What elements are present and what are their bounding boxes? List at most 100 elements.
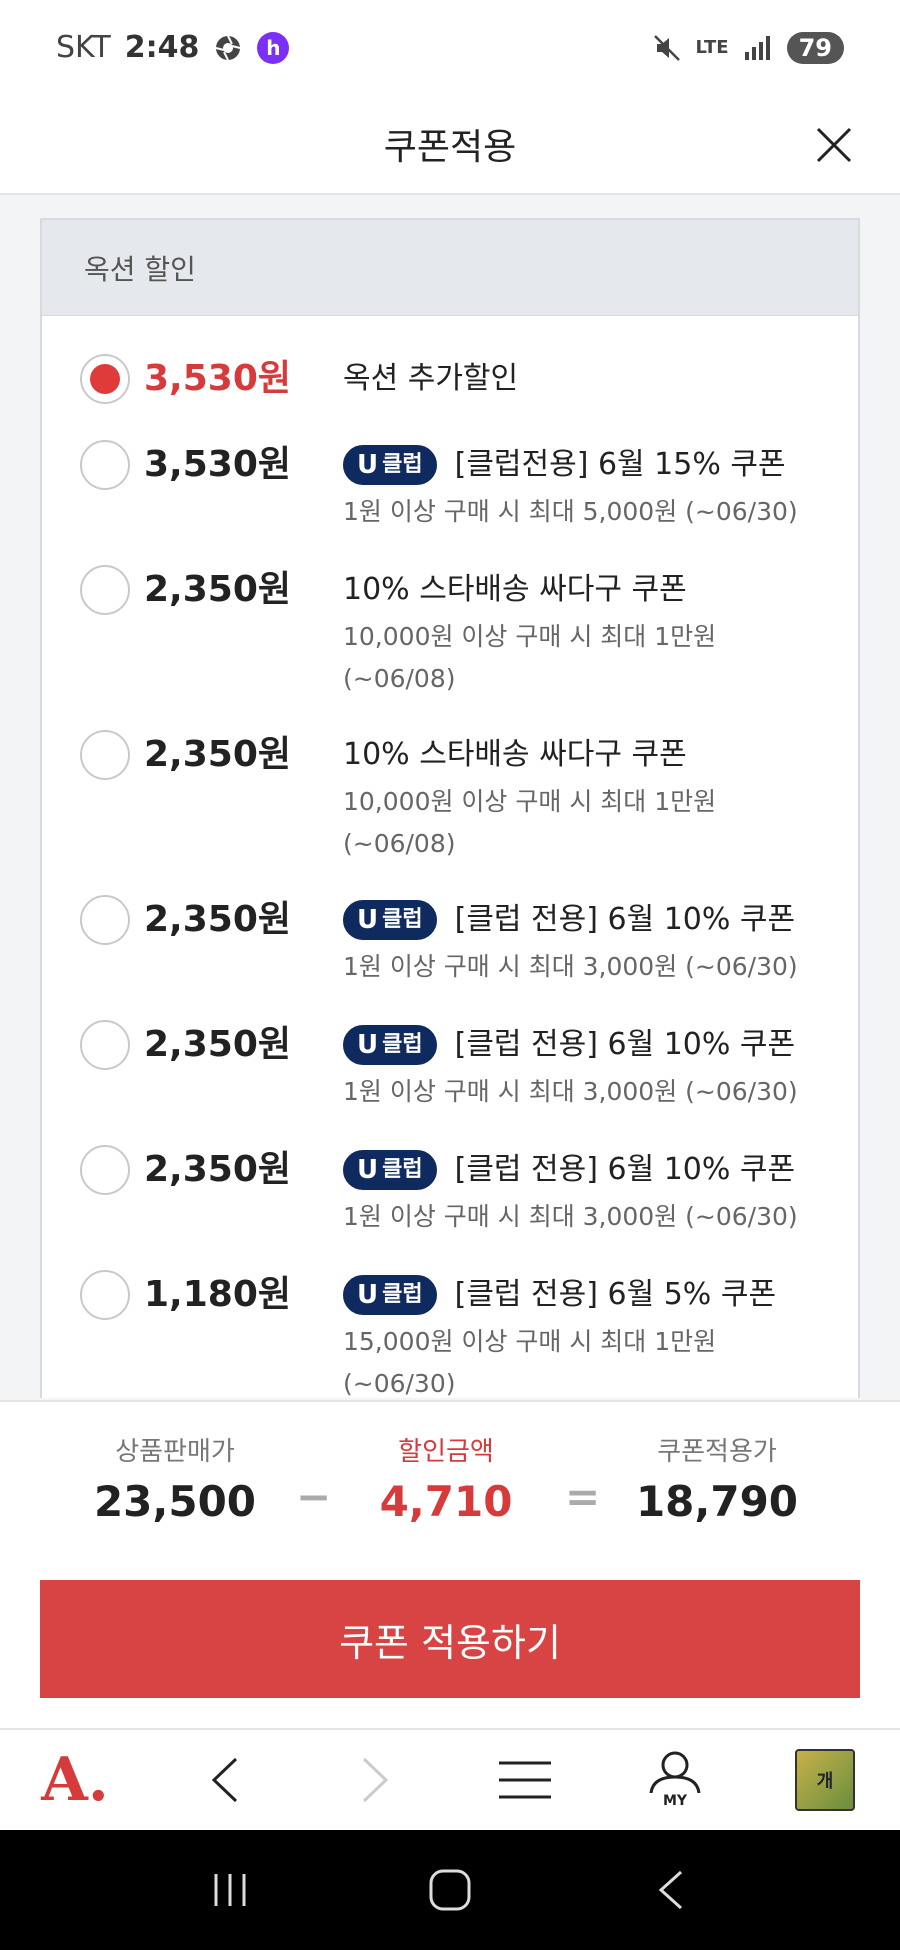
close-icon <box>816 127 852 163</box>
coupon-condition: 1원 이상 구매 시 최대 5,000원 (~06/30) <box>343 497 798 526</box>
sale-price-label: 상품판매가 <box>115 1437 235 1467</box>
coupon-amount: 3,530원 <box>144 444 291 485</box>
final-price-value: 18,790 <box>635 1477 799 1526</box>
coupon-amount: 2,350원 <box>144 569 291 610</box>
equals-sign: = <box>565 1472 601 1521</box>
recent-apps-button[interactable] <box>190 1850 270 1930</box>
coupon-radio[interactable] <box>80 354 130 404</box>
coupon-title: 10% 스타배송 싸다구 쿠폰 <box>343 572 687 607</box>
coupon-title: [클럽 전용] 6월 5% 쿠폰 <box>454 1277 777 1312</box>
home-icon <box>429 1869 471 1911</box>
forward-button[interactable] <box>300 1730 450 1830</box>
coupon-condition: 1원 이상 구매 시 최대 3,000원 (~06/30) <box>343 1202 798 1231</box>
coupon-row[interactable]: 2,350원 U 클럽 [클럽 전용] 6월 10% 쿠폰 1원 이상 구매 시 … <box>42 1137 858 1262</box>
coupon-radio[interactable] <box>80 440 130 490</box>
uclub-badge: U 클럽 <box>343 900 437 940</box>
coupon-title: [클럽전용] 6월 15% 쿠폰 <box>454 447 786 482</box>
sale-price: 상품판매가 23,500 <box>65 1432 285 1532</box>
coupon-row[interactable]: 3,530원 옥션 추가할인 <box>42 346 858 432</box>
thumbnail-label: 개 <box>816 1771 834 1792</box>
home-logo-button[interactable]: A. <box>0 1730 150 1830</box>
discount-amount: 할인금액 4,710 <box>336 1432 556 1532</box>
coupon-title-line: U 클럽 [클럽 전용] 6월 10% 쿠폰 <box>343 895 828 945</box>
my-label: MY <box>662 1793 688 1809</box>
coupon-condition: 10,000원 이상 구매 시 최대 1만원 <box>343 622 717 651</box>
coupon-title: [클럽 전용] 6월 10% 쿠폰 <box>454 1152 796 1187</box>
battery-indicator: 79 <box>786 31 844 64</box>
coupon-radio[interactable] <box>80 1145 130 1195</box>
chevron-left-icon <box>211 1757 238 1803</box>
uclub-badge-text: 클럽 <box>382 1032 423 1057</box>
coupon-title-line: 옥션 추가할인 <box>343 354 828 404</box>
page-title: 쿠폰적용 <box>383 127 517 168</box>
coupon-title: 옥션 추가할인 <box>343 361 519 396</box>
coupon-info: 옥션 추가할인 <box>343 346 828 432</box>
final-price: 쿠폰적용가 18,790 <box>607 1432 827 1532</box>
coupon-radio[interactable] <box>80 1020 130 1070</box>
system-back-button[interactable] <box>630 1850 710 1930</box>
radio-dot <box>90 364 120 394</box>
coupon-condition: 1원 이상 구매 시 최대 3,000원 (~06/30) <box>343 952 798 981</box>
price-summary: 상품판매가 23,500 − 할인금액 4,710 = 쿠폰적용가 18,790… <box>0 1400 900 1730</box>
coupon-info: U 클럽 [클럽 전용] 6월 10% 쿠폰 1원 이상 구매 시 최대 3,00… <box>343 1012 828 1137</box>
mute-icon <box>652 33 682 63</box>
status-left: SKT 2:48 h <box>56 30 290 65</box>
system-nav-bar <box>0 1830 900 1950</box>
coupon-radio[interactable] <box>80 1270 130 1320</box>
coupon-radio[interactable] <box>80 895 130 945</box>
recent-apps-icon <box>214 1874 246 1906</box>
coupon-condition: 1원 이상 구매 시 최대 3,000원 (~06/30) <box>343 1077 798 1106</box>
coupon-expiry: (~06/08) <box>343 829 456 858</box>
coupon-row[interactable]: 2,350원 10% 스타배송 싸다구 쿠폰 10,000원 이상 구매 시 최… <box>42 722 858 887</box>
final-price-label: 쿠폰적용가 <box>657 1437 777 1467</box>
uclub-badge-u: U <box>357 1030 379 1060</box>
coupon-row[interactable]: 2,350원 U 클럽 [클럽 전용] 6월 10% 쿠폰 1원 이상 구매 시 … <box>42 1012 858 1137</box>
bottom-nav: A. MY 개 <box>0 1728 900 1830</box>
coupon-radio[interactable] <box>80 730 130 780</box>
uclub-badge-u: U <box>357 1280 379 1310</box>
header: 쿠폰적용 <box>0 95 900 195</box>
home-button[interactable] <box>410 1850 490 1930</box>
coupon-info: U 클럽 [클럽 전용] 6월 10% 쿠폰 1원 이상 구매 시 최대 3,00… <box>343 887 828 1012</box>
sale-price-value: 23,500 <box>93 1477 257 1526</box>
apply-coupon-button[interactable]: 쿠폰 적용하기 <box>40 1580 860 1698</box>
coupon-title: 10% 스타배송 싸다구 쿠폰 <box>343 737 687 772</box>
my-page-button[interactable]: MY <box>600 1730 750 1830</box>
menu-button[interactable] <box>450 1730 600 1830</box>
coupon-title-line: U 클럽 [클럽 전용] 6월 5% 쿠폰 <box>343 1270 828 1320</box>
coupon-condition: 15,000원 이상 구매 시 최대 1만원 <box>343 1327 717 1356</box>
coupon-title: [클럽 전용] 6월 10% 쿠폰 <box>454 902 796 937</box>
uclub-badge-u: U <box>357 905 379 935</box>
coupon-info: U 클럽 [클럽 전용] 6월 10% 쿠폰 1원 이상 구매 시 최대 3,00… <box>343 1137 828 1262</box>
tab-thumbnail: 개 <box>795 1749 855 1811</box>
coupon-row[interactable]: 3,530원 U 클럽 [클럽전용] 6월 15% 쿠폰 1원 이상 구매 시 최… <box>42 432 858 557</box>
coupon-title-line: 10% 스타배송 싸다구 쿠폰 <box>343 565 828 615</box>
minus-sign: − <box>296 1472 332 1521</box>
uclub-badge: U 클럽 <box>343 1275 437 1315</box>
back-button[interactable] <box>150 1730 300 1830</box>
coupon-title-line: U 클럽 [클럽 전용] 6월 10% 쿠폰 <box>343 1020 828 1070</box>
tabs-button[interactable]: 개 <box>750 1730 900 1830</box>
network-type-label: LTE <box>695 37 729 58</box>
coupon-row[interactable]: 2,350원 U 클럽 [클럽 전용] 6월 10% 쿠폰 1원 이상 구매 시 … <box>42 887 858 1012</box>
coupon-info: U 클럽 [클럽전용] 6월 15% 쿠폰 1원 이상 구매 시 최대 5,000… <box>343 432 828 557</box>
coupon-radio[interactable] <box>80 565 130 615</box>
coupon-row[interactable]: 2,350원 10% 스타배송 싸다구 쿠폰 10,000원 이상 구매 시 최… <box>42 557 858 722</box>
discount-value: 4,710 <box>379 1477 513 1526</box>
coupon-title-line: U 클럽 [클럽 전용] 6월 10% 쿠폰 <box>343 1145 828 1195</box>
auction-logo: A. <box>41 1745 109 1815</box>
hamburger-menu-icon <box>499 1761 551 1799</box>
coupon-condition: 10,000원 이상 구매 시 최대 1만원 <box>343 787 717 816</box>
signal-icon <box>743 33 773 63</box>
coupon-list[interactable]: 3,530원 옥션 추가할인 3,530원 U 클럽 [클럽전용] 6월 15% … <box>42 316 858 1398</box>
carrier-label: SKT <box>56 30 111 65</box>
uclub-badge-u: U <box>357 1155 379 1185</box>
user-icon <box>649 1751 701 1793</box>
app-notification-icon: h <box>257 31 290 64</box>
coupon-row[interactable]: 1,180원 U 클럽 [클럽 전용] 6월 5% 쿠폰 15,000원 이상 구… <box>42 1262 858 1398</box>
uclub-badge-text: 클럽 <box>382 452 423 477</box>
section-header: 옥션 할인 <box>42 220 858 316</box>
close-button[interactable] <box>806 117 862 173</box>
uclub-badge-u: U <box>357 450 379 480</box>
coupon-amount: 1,180원 <box>144 1274 291 1315</box>
